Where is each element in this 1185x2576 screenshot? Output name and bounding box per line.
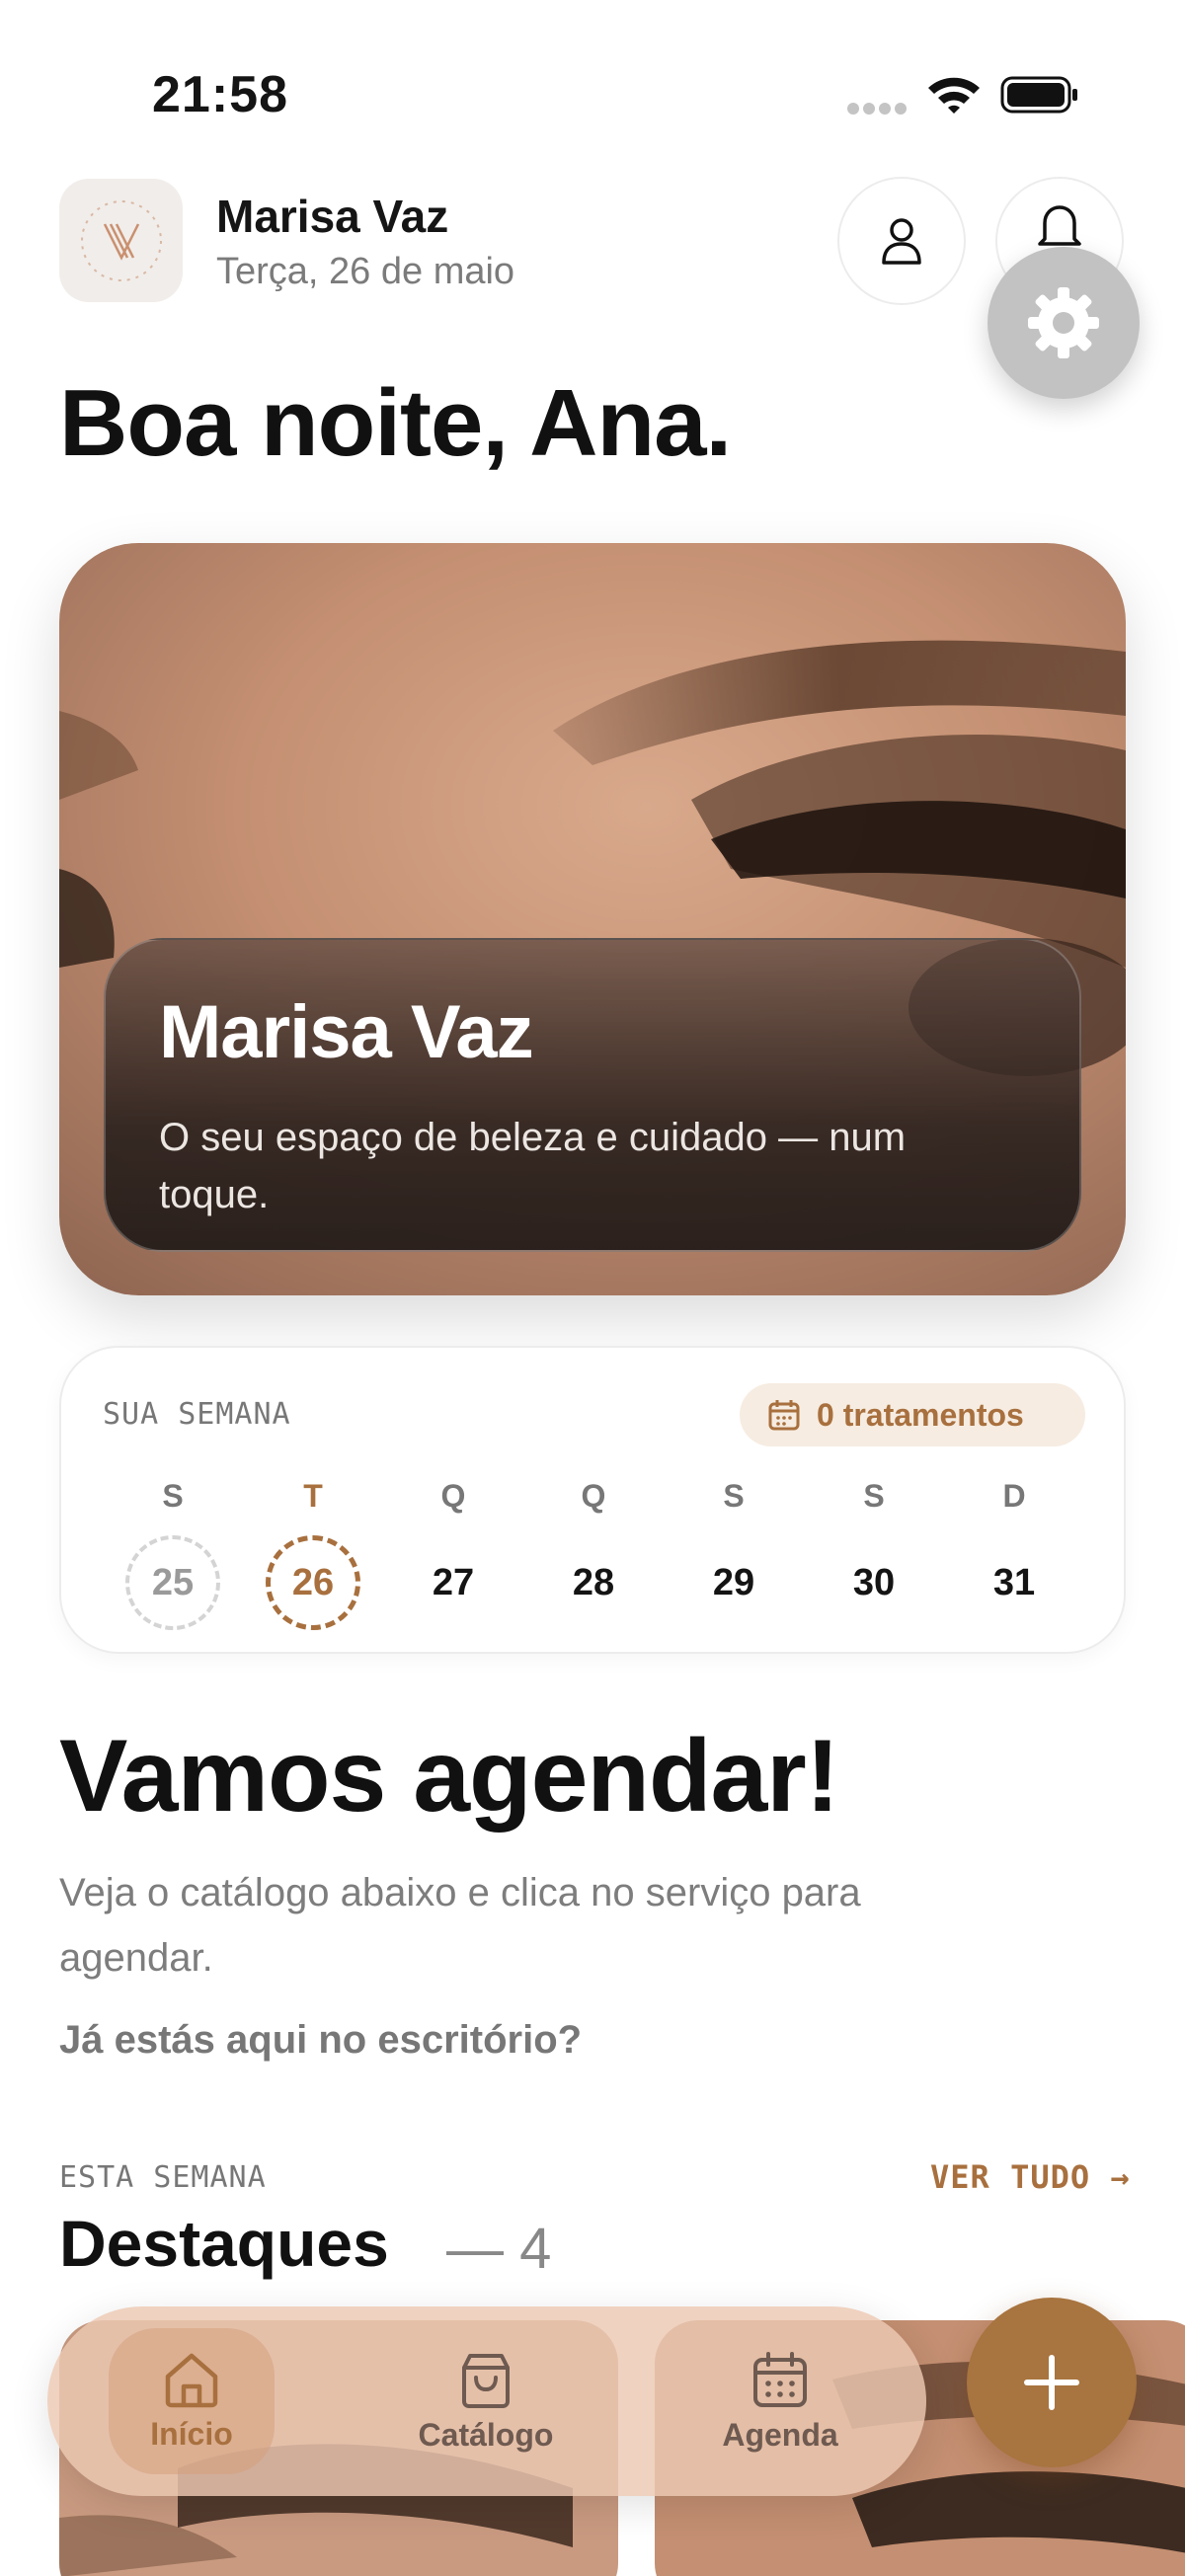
office-checkin-link[interactable]: Já estás aqui no escritório? <box>59 2018 582 2063</box>
day-letter: D <box>1002 1478 1026 1514</box>
day-sunday[interactable]: D 31 <box>960 1478 1068 1630</box>
see-all-link[interactable]: VER TUDO → <box>930 2158 1131 2196</box>
week-label: SUA SEMANA <box>103 1397 291 1432</box>
shopping-bag-icon <box>462 2353 510 2408</box>
bottom-nav: Início Catálogo Agenda <box>47 2306 926 2496</box>
battery-icon <box>1000 76 1077 114</box>
day-thursday[interactable]: Q 28 <box>539 1478 648 1630</box>
settings-button[interactable] <box>988 247 1140 399</box>
nav-catalog[interactable]: Catálogo <box>387 2328 585 2474</box>
brand-logo <box>59 179 183 302</box>
highlights-section-label: ESTA SEMANA <box>59 2160 267 2195</box>
day-number: 29 <box>712 1561 755 1603</box>
cellular-signal-icon <box>847 103 907 115</box>
day-number: 30 <box>852 1561 896 1603</box>
day-monday[interactable]: S 25 <box>118 1478 227 1630</box>
hero-info-panel: Marisa Vaz O seu espaço de beleza e cuid… <box>104 938 1081 1252</box>
brand-name: Marisa Vaz <box>216 191 449 242</box>
schedule-description: Veja o catálogo abaixo e clica no serviç… <box>59 1871 861 1980</box>
hero-subtitle: O seu espaço de beleza e cuidado — num t… <box>159 1116 907 1216</box>
day-letter: S <box>162 1478 184 1514</box>
nav-home[interactable]: Início <box>109 2328 275 2474</box>
calendar-icon <box>768 1400 800 1431</box>
user-icon <box>882 218 921 265</box>
current-date: Terça, 26 de maio <box>216 251 515 292</box>
nav-catalog-label: Catálogo <box>418 2416 554 2453</box>
gear-icon <box>1028 287 1099 358</box>
plus-icon <box>1024 2355 1079 2410</box>
nav-home-label: Início <box>150 2415 233 2452</box>
highlights-count: — 4 <box>446 2217 552 2281</box>
brand-monogram-icon <box>80 199 162 281</box>
status-time: 21:58 <box>152 66 288 123</box>
home-icon <box>165 2353 218 2407</box>
wifi-icon <box>928 77 980 114</box>
day-saturday[interactable]: S 30 <box>820 1478 928 1630</box>
highlights-heading: Destaques <box>59 2207 389 2280</box>
status-bar: 21:58 <box>0 0 1185 178</box>
day-letter: Q <box>581 1478 606 1514</box>
day-number: 27 <box>432 1561 475 1603</box>
hero-card[interactable]: Marisa Vaz O seu espaço de beleza e cuid… <box>59 543 1126 1295</box>
day-number: 26 <box>266 1535 360 1630</box>
day-tuesday-today[interactable]: T 26 <box>259 1478 367 1630</box>
day-number: 25 <box>125 1535 220 1630</box>
week-card: SUA SEMANA 0 tratamentos S 25 T 26 Q 27 … <box>59 1346 1126 1654</box>
nav-agenda[interactable]: Agenda <box>681 2328 879 2474</box>
day-wednesday[interactable]: Q 27 <box>399 1478 508 1630</box>
day-letter: S <box>723 1478 745 1514</box>
calendar-icon <box>753 2351 807 2407</box>
day-number: 31 <box>992 1561 1036 1603</box>
greeting-heading: Boa noite, Ana. <box>59 370 732 476</box>
day-letter: Q <box>440 1478 466 1514</box>
profile-button[interactable] <box>837 177 966 305</box>
day-letter: T <box>303 1478 323 1514</box>
hero-title: Marisa Vaz <box>159 990 534 1074</box>
nav-agenda-label: Agenda <box>722 2416 838 2453</box>
treatments-count: 0 tratamentos <box>817 1396 1024 1433</box>
schedule-heading: Vamos agendar! <box>59 1719 839 1834</box>
day-friday[interactable]: S 29 <box>679 1478 788 1630</box>
day-number: 28 <box>572 1561 615 1603</box>
treatments-badge[interactable]: 0 tratamentos <box>740 1383 1085 1446</box>
add-appointment-button[interactable] <box>967 2298 1137 2467</box>
day-letter: S <box>863 1478 885 1514</box>
